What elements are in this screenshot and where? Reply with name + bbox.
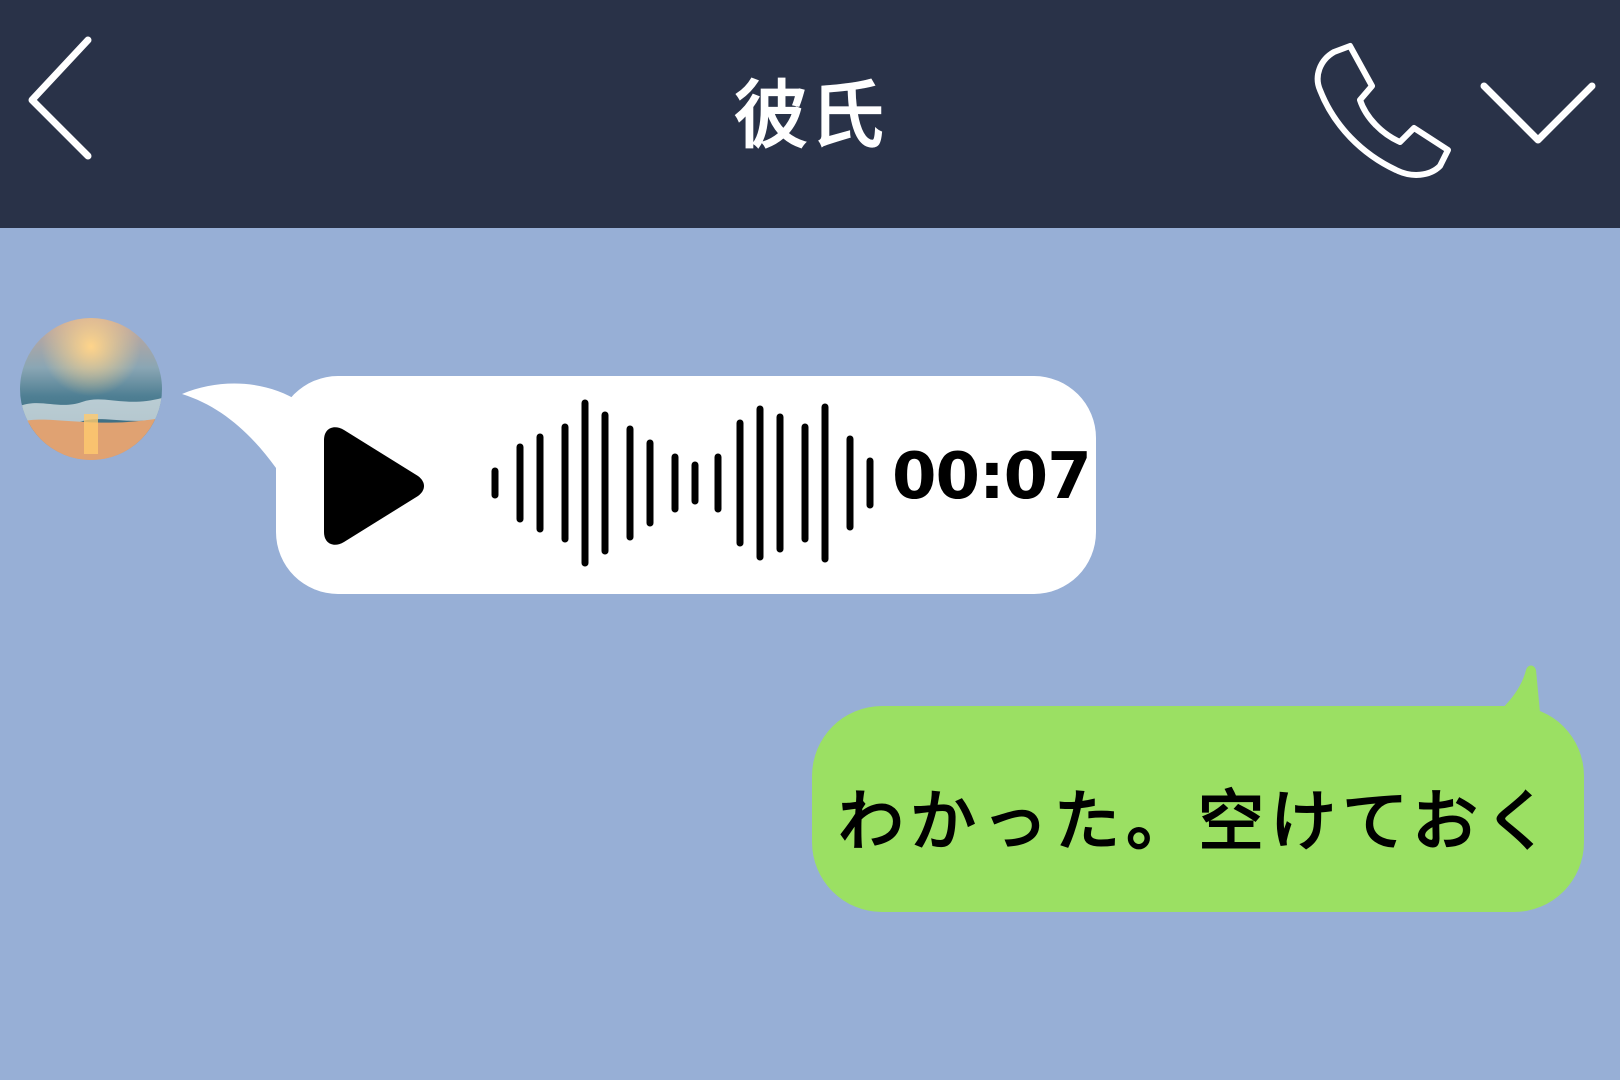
waveform-bars [491, 399, 874, 567]
sunset-ocean-image [20, 318, 162, 460]
audio-waveform [491, 399, 874, 567]
outgoing-message-text: わかった。空けておく [838, 783, 1557, 860]
voice-duration: 00:07 [892, 440, 1092, 514]
avatar[interactable] [20, 318, 162, 460]
chat-header: 彼氏 [0, 0, 1620, 228]
phone-icon[interactable] [1312, 40, 1452, 180]
play-icon[interactable] [318, 424, 428, 548]
chevron-down-icon[interactable] [1478, 76, 1598, 156]
